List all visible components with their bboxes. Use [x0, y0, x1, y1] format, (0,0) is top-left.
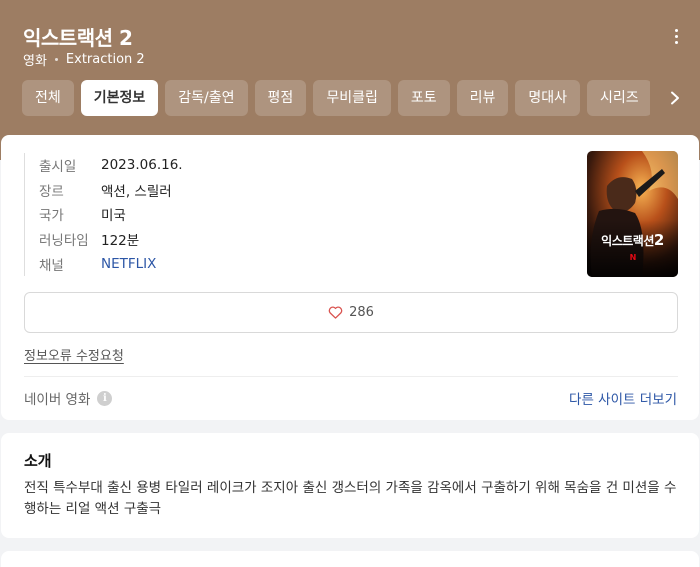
info-list: 출시일 2023.06.16. 장르 액션, 스릴러 국가 미국 러닝타임 12…: [24, 153, 183, 276]
like-button[interactable]: 286: [24, 292, 678, 333]
netflix-badge: N: [629, 253, 637, 262]
info-label: 출시일: [39, 159, 77, 176]
next-card: [1, 551, 699, 567]
info-label: 장르: [39, 183, 64, 200]
tab-quotes[interactable]: 명대사: [515, 80, 581, 116]
report-error-link[interactable]: 정보오류 수정요청: [24, 345, 124, 364]
poster-title: 익스트랙션2: [601, 231, 664, 249]
info-value: 액션, 스릴러: [101, 183, 172, 200]
source-name: 네이버 영화: [24, 392, 91, 408]
info-row-genre: 장르 액션, 스릴러: [39, 178, 183, 203]
more-vertical-icon[interactable]: [668, 26, 684, 46]
tab-photo[interactable]: 포토: [397, 80, 450, 116]
chevron-right-icon[interactable]: [660, 84, 690, 112]
movie-poster[interactable]: 익스트랙션2 N: [587, 151, 678, 277]
tab-basic-info[interactable]: 기본정보: [80, 80, 159, 116]
divider: [24, 376, 678, 377]
tab-rating[interactable]: 평점: [254, 80, 307, 116]
channel-link[interactable]: NETFLIX: [101, 256, 156, 272]
info-value: 122분: [101, 233, 140, 250]
intro-card: 소개 전직 특수부대 출신 용병 타일러 레이크가 조지아 출신 갱스터의 가족…: [1, 433, 699, 538]
tab-series[interactable]: 시리즈: [587, 80, 650, 116]
info-label: 국가: [39, 208, 64, 225]
info-row-channel: 채널 NETFLIX: [39, 251, 183, 276]
info-row-release: 출시일 2023.06.16.: [39, 153, 183, 178]
info-label: 채널: [39, 257, 64, 274]
tab-movie-clip[interactable]: 무비클립: [313, 80, 391, 116]
page-title: 익스트랙션 2: [23, 26, 133, 50]
intro-title: 소개: [24, 452, 52, 470]
like-count: 286: [349, 305, 374, 320]
basic-info-card: 출시일 2023.06.16. 장르 액션, 스릴러 국가 미국 러닝타임 12…: [1, 135, 699, 420]
info-row-runtime: 러닝타임 122분: [39, 227, 183, 252]
heart-icon: [328, 306, 343, 319]
tab-review[interactable]: 리뷰: [456, 80, 509, 116]
info-row-country: 국가 미국: [39, 202, 183, 227]
info-value: 미국: [101, 208, 126, 225]
info-label: 러닝타임: [39, 233, 89, 250]
intro-text: 전직 특수부대 출신 용병 타일러 레이크가 조지아 출신 갱스터의 가족을 감…: [24, 480, 677, 517]
tab-director-cast[interactable]: 감독/출연: [165, 80, 248, 116]
tab-bar: 전체 기본정보 감독/출연 평점 무비클립 포토 리뷰 명대사 시리즈: [22, 80, 650, 116]
category-label: 영화: [23, 54, 47, 69]
separator-dot: [54, 58, 58, 61]
info-icon[interactable]: i: [97, 390, 113, 406]
subtitle: 영화 Extraction 2: [23, 50, 145, 69]
source-label: 네이버 영화 i: [24, 388, 113, 408]
tab-all[interactable]: 전체: [22, 80, 74, 116]
original-title: Extraction 2: [65, 52, 145, 67]
info-value: 2023.06.16.: [101, 157, 183, 174]
more-sites-link[interactable]: 다른 사이트 더보기: [569, 388, 677, 408]
